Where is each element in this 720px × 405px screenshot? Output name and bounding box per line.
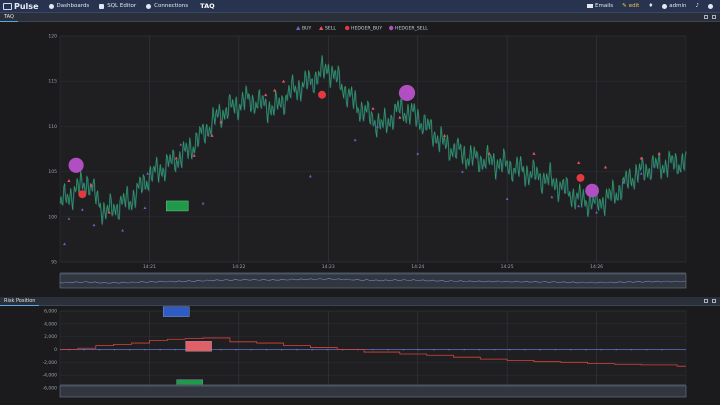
panel-controls-risk — [700, 297, 716, 305]
app-name: Pulse — [14, 1, 39, 11]
legend-entry: SELL — [325, 26, 336, 32]
plot-area — [59, 35, 687, 263]
y-tick-label: 95 — [51, 260, 57, 266]
top-navigation-bar: Pulse Dashboards SQL Editor Connections … — [0, 0, 720, 13]
hedger-sell-point — [398, 84, 416, 102]
nav-dashboards-label: Dashboards — [56, 3, 90, 9]
lightbulb-icon: ♦ — [648, 3, 654, 9]
emails-link[interactable]: Emails — [587, 3, 613, 9]
legend-entry: BUY — [302, 26, 312, 32]
popout-icon[interactable] — [704, 15, 708, 19]
notifications-button[interactable]: ♪ — [695, 3, 699, 9]
panel-header-taq: TAQ — [0, 13, 720, 22]
legend-entry: HEDGER_BUY — [351, 26, 382, 32]
annotation-box — [166, 200, 189, 212]
y-tick-label: -6,000 — [42, 386, 57, 392]
pencil-icon: ✎ — [622, 3, 627, 9]
emails-label: Emails — [595, 3, 614, 9]
user-label: admin — [669, 3, 687, 9]
edit-label: edit — [628, 3, 640, 9]
y-tick-label: 2,000 — [44, 334, 57, 340]
user-menu[interactable]: admin — [662, 3, 686, 9]
annotation-box — [163, 306, 190, 317]
hedger-buy-point — [576, 173, 585, 182]
monitor-icon — [3, 2, 12, 10]
x-tick-label: 14:21 — [143, 264, 156, 270]
y-tick-label: 120 — [48, 34, 57, 40]
edit-link[interactable]: ✎ edit — [622, 3, 639, 9]
panel-title-taq[interactable]: TAQ — [0, 13, 18, 22]
app-logo[interactable]: Pulse — [3, 2, 39, 11]
y-tick-label: -4,000 — [42, 373, 57, 379]
envelope-icon — [587, 4, 594, 8]
maximize-icon[interactable] — [712, 299, 716, 303]
legend-entry: HEDGER_SELL — [395, 26, 428, 32]
nav-connections[interactable]: Connections — [146, 3, 188, 9]
range-scrollbar — [60, 272, 686, 275]
y-tick-label: 100 — [48, 214, 57, 220]
bell-icon: ♪ — [695, 3, 699, 9]
y-tick-label: 105 — [48, 169, 57, 175]
dashboard-name: TAQ — [200, 2, 215, 10]
gear-icon — [146, 3, 152, 9]
hedger-buy-point — [318, 90, 326, 99]
y-tick-label: 6,000 — [44, 309, 57, 315]
maximize-icon[interactable] — [712, 15, 716, 19]
annotation-box — [185, 341, 212, 352]
y-tick-label: 115 — [48, 79, 57, 85]
panel-controls-taq — [700, 13, 716, 21]
user-icon — [662, 3, 668, 9]
range-selector — [59, 385, 687, 398]
legend-marker — [345, 25, 350, 31]
range-selector — [59, 273, 687, 289]
range-scrollbar — [60, 384, 686, 387]
popout-icon[interactable] — [704, 299, 708, 303]
x-tick-label: 14:23 — [322, 264, 335, 270]
risk-position-chart[interactable]: -6,000-4,000-2,00002,0004,0006,00014:211… — [0, 306, 720, 405]
panel-title-risk[interactable]: Risk Position — [0, 297, 40, 306]
hedger-sell-point — [585, 183, 599, 198]
topbar-right: Emails ✎ edit ♦ admin ♪ — [587, 0, 720, 12]
y-tick-label: 110 — [48, 124, 57, 130]
x-tick-label: 14:25 — [501, 264, 514, 270]
y-tick-label: -2,000 — [42, 360, 57, 366]
hedger-sell-point — [68, 157, 84, 173]
dashboard-icon — [48, 3, 54, 9]
nav-sql-editor-label: SQL Editor — [107, 3, 137, 9]
file-icon — [99, 3, 105, 9]
taq-chart[interactable]: 95 100 105 110 115 120 14:21 14:22 14:23 14:24 14:… — [0, 22, 720, 297]
tip-button[interactable]: ♦ — [648, 3, 653, 9]
nav-connections-label: Connections — [154, 3, 189, 9]
x-tick-label: 14:24 — [411, 264, 424, 270]
x-tick-label: 14:26 — [590, 264, 603, 270]
legend-marker — [296, 26, 301, 30]
help-button[interactable] — [708, 3, 715, 9]
panel-header-risk: Risk Position — [0, 297, 720, 306]
nav-sql-editor[interactable]: SQL Editor — [99, 3, 136, 9]
legend-marker — [319, 26, 324, 30]
x-tick-label: 14:22 — [232, 264, 245, 270]
nav-dashboards[interactable]: Dashboards — [48, 3, 90, 9]
legend-marker — [389, 25, 394, 31]
help-icon — [708, 3, 713, 9]
y-tick-label: 4,000 — [44, 321, 57, 327]
hedger-buy-point — [78, 190, 87, 199]
y-tick-label: 0 — [54, 347, 57, 353]
